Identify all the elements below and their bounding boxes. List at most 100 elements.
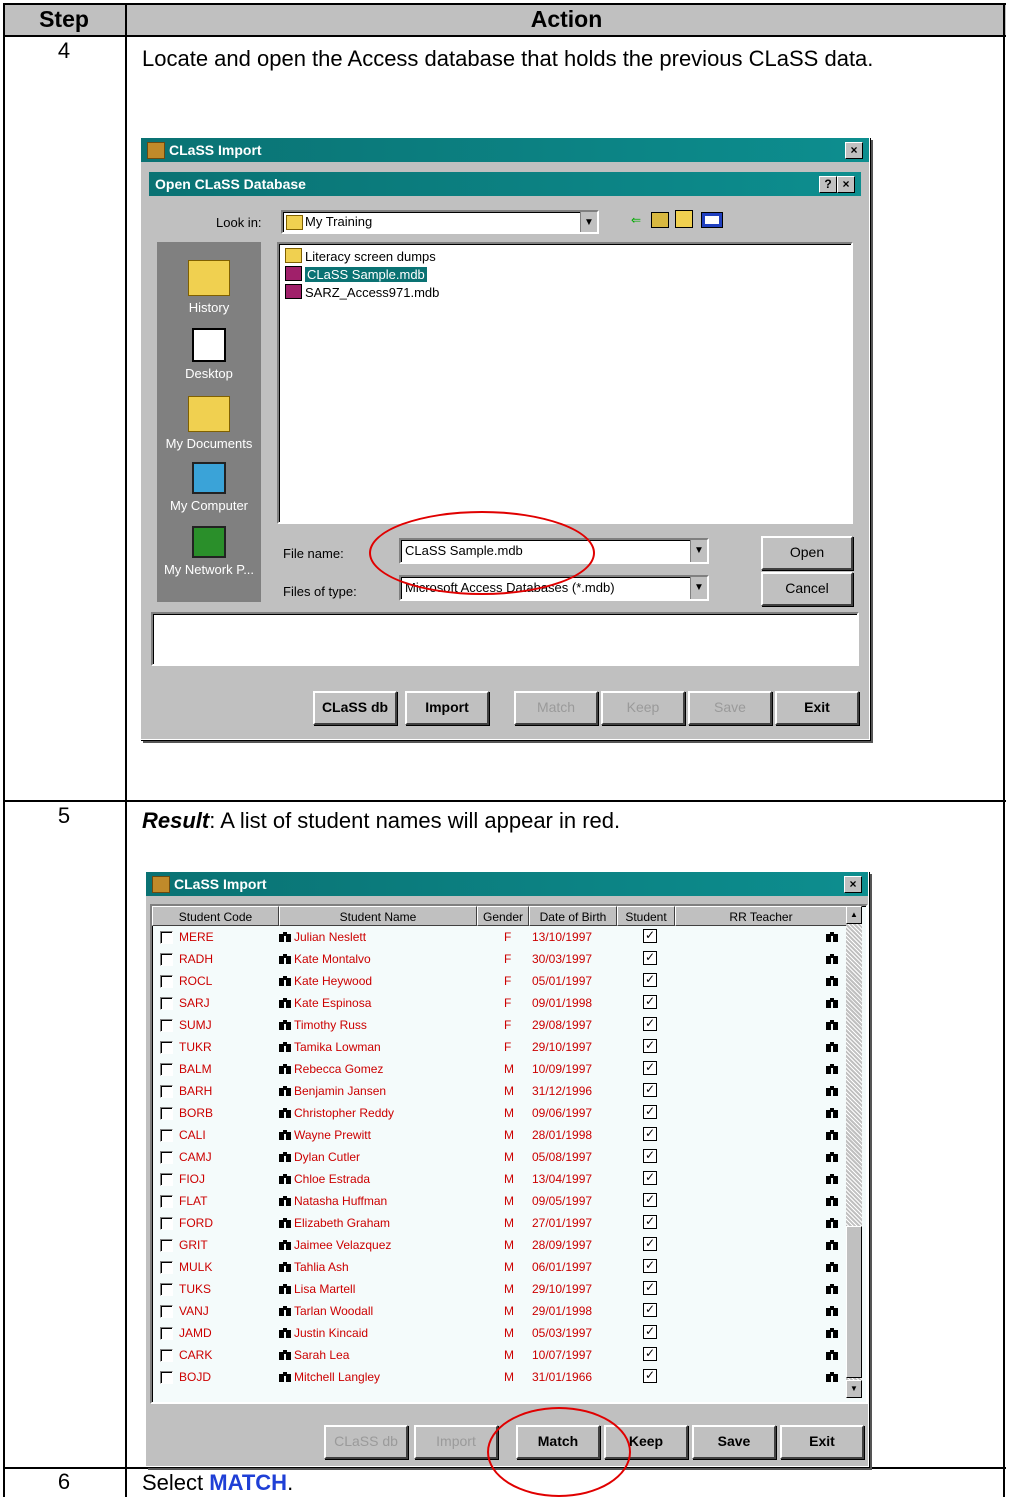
column-student[interactable]: Student bbox=[617, 906, 675, 926]
place-history[interactable]: History bbox=[157, 260, 261, 315]
up-folder-icon[interactable] bbox=[651, 212, 669, 228]
chevron-down-icon[interactable]: ▼ bbox=[690, 577, 707, 599]
student-checkbox[interactable]: ✓ bbox=[643, 1061, 657, 1075]
binoculars-icon[interactable] bbox=[826, 954, 838, 964]
binoculars-icon[interactable] bbox=[826, 1086, 838, 1096]
row-checkbox[interactable] bbox=[160, 997, 173, 1010]
scroll-up-button[interactable]: ▲ bbox=[846, 906, 862, 924]
student-checkbox[interactable]: ✓ bbox=[643, 1127, 657, 1141]
binoculars-icon[interactable] bbox=[826, 1152, 838, 1162]
row-checkbox[interactable] bbox=[160, 931, 173, 944]
binoculars-icon[interactable] bbox=[279, 1174, 291, 1184]
file-item-selected[interactable]: CLaSS Sample.mdb bbox=[285, 266, 427, 284]
binoculars-icon[interactable] bbox=[826, 932, 838, 942]
table-row[interactable]: TUKS Lisa Martell M 29/10/1997 ✓ bbox=[152, 1278, 846, 1300]
table-row[interactable]: BOJD Mitchell Langley M 31/01/1966 ✓ bbox=[152, 1366, 846, 1388]
row-checkbox[interactable] bbox=[160, 975, 173, 988]
student-checkbox[interactable]: ✓ bbox=[643, 1017, 657, 1031]
table-row[interactable]: SUMJ Timothy Russ F 29/08/1997 ✓ bbox=[152, 1014, 846, 1036]
vertical-scrollbar[interactable]: ▲ ▼ bbox=[846, 906, 862, 1398]
import-button[interactable]: Import bbox=[405, 691, 489, 725]
binoculars-icon[interactable] bbox=[279, 1020, 291, 1030]
binoculars-icon[interactable] bbox=[279, 1262, 291, 1272]
help-button[interactable]: ? bbox=[819, 176, 837, 193]
row-checkbox[interactable] bbox=[160, 1217, 173, 1230]
student-checkbox[interactable]: ✓ bbox=[643, 1303, 657, 1317]
chevron-down-icon[interactable]: ▼ bbox=[580, 212, 597, 232]
place-desktop[interactable]: Desktop bbox=[157, 328, 261, 381]
exit-button[interactable]: Exit bbox=[775, 691, 859, 725]
student-checkbox[interactable]: ✓ bbox=[643, 1105, 657, 1119]
student-checkbox[interactable]: ✓ bbox=[643, 973, 657, 987]
place-my-computer[interactable]: My Computer bbox=[157, 462, 261, 513]
row-checkbox[interactable] bbox=[160, 1107, 173, 1120]
student-checkbox[interactable]: ✓ bbox=[643, 1193, 657, 1207]
binoculars-icon[interactable] bbox=[279, 1108, 291, 1118]
row-checkbox[interactable] bbox=[160, 1349, 173, 1362]
binoculars-icon[interactable] bbox=[826, 1108, 838, 1118]
cancel-button[interactable]: Cancel bbox=[761, 572, 853, 606]
chevron-down-icon[interactable]: ▼ bbox=[690, 540, 707, 562]
binoculars-icon[interactable] bbox=[826, 1174, 838, 1184]
binoculars-icon[interactable] bbox=[279, 932, 291, 942]
row-checkbox[interactable] bbox=[160, 1173, 173, 1186]
student-checkbox[interactable]: ✓ bbox=[643, 929, 657, 943]
table-row[interactable]: SARJ Kate Espinosa F 09/01/1998 ✓ bbox=[152, 992, 846, 1014]
table-row[interactable]: CALI Wayne Prewitt M 28/01/1998 ✓ bbox=[152, 1124, 846, 1146]
table-row[interactable]: VANJ Tarlan Woodall M 29/01/1998 ✓ bbox=[152, 1300, 846, 1322]
file-list[interactable]: Literacy screen dumps CLaSS Sample.mdb S… bbox=[277, 242, 853, 524]
student-checkbox[interactable]: ✓ bbox=[643, 1149, 657, 1163]
place-my-documents[interactable]: My Documents bbox=[157, 396, 261, 451]
view-menu-icon[interactable] bbox=[701, 212, 723, 228]
binoculars-icon[interactable] bbox=[826, 1020, 838, 1030]
binoculars-icon[interactable] bbox=[279, 1372, 291, 1382]
row-checkbox[interactable] bbox=[160, 953, 173, 966]
binoculars-icon[interactable] bbox=[279, 1240, 291, 1250]
file-item[interactable]: SARZ_Access971.mdb bbox=[285, 284, 439, 302]
close-button[interactable]: × bbox=[845, 142, 863, 159]
table-row[interactable]: CARK Sarah Lea M 10/07/1997 ✓ bbox=[152, 1344, 846, 1366]
exit-button[interactable]: Exit bbox=[780, 1425, 864, 1459]
table-row[interactable]: FLAT Natasha Huffman M 09/05/1997 ✓ bbox=[152, 1190, 846, 1212]
student-checkbox[interactable]: ✓ bbox=[643, 1083, 657, 1097]
binoculars-icon[interactable] bbox=[279, 954, 291, 964]
binoculars-icon[interactable] bbox=[826, 1262, 838, 1272]
binoculars-icon[interactable] bbox=[279, 1042, 291, 1052]
binoculars-icon[interactable] bbox=[826, 1130, 838, 1140]
table-row[interactable]: TUKR Tamika Lowman F 29/10/1997 ✓ bbox=[152, 1036, 846, 1058]
binoculars-icon[interactable] bbox=[826, 1218, 838, 1228]
student-checkbox[interactable]: ✓ bbox=[643, 1325, 657, 1339]
binoculars-icon[interactable] bbox=[826, 1306, 838, 1316]
row-checkbox[interactable] bbox=[160, 1019, 173, 1032]
binoculars-icon[interactable] bbox=[279, 1086, 291, 1096]
binoculars-icon[interactable] bbox=[279, 976, 291, 986]
student-checkbox[interactable]: ✓ bbox=[643, 1237, 657, 1251]
table-row[interactable]: FORD Elizabeth Graham M 27/01/1997 ✓ bbox=[152, 1212, 846, 1234]
table-row[interactable]: ROCL Kate Heywood F 05/01/1997 ✓ bbox=[152, 970, 846, 992]
student-checkbox[interactable]: ✓ bbox=[643, 995, 657, 1009]
binoculars-icon[interactable] bbox=[826, 976, 838, 986]
binoculars-icon[interactable] bbox=[279, 1218, 291, 1228]
table-row[interactable]: BORB Christopher Reddy M 09/06/1997 ✓ bbox=[152, 1102, 846, 1124]
student-checkbox[interactable]: ✓ bbox=[643, 951, 657, 965]
binoculars-icon[interactable] bbox=[279, 1284, 291, 1294]
scroll-down-button[interactable]: ▼ bbox=[846, 1380, 862, 1398]
binoculars-icon[interactable] bbox=[826, 1042, 838, 1052]
dialog-close-button[interactable]: × bbox=[837, 176, 855, 193]
table-row[interactable]: CAMJ Dylan Cutler M 05/08/1997 ✓ bbox=[152, 1146, 846, 1168]
row-checkbox[interactable] bbox=[160, 1085, 173, 1098]
student-checkbox[interactable]: ✓ bbox=[643, 1281, 657, 1295]
table-row[interactable]: FIOJ Chloe Estrada M 13/04/1997 ✓ bbox=[152, 1168, 846, 1190]
binoculars-icon[interactable] bbox=[279, 1130, 291, 1140]
row-checkbox[interactable] bbox=[160, 1305, 173, 1318]
place-network[interactable]: My Network P... bbox=[157, 526, 261, 577]
column-student-code[interactable]: Student Code bbox=[152, 906, 279, 926]
binoculars-icon[interactable] bbox=[826, 1350, 838, 1360]
column-gender[interactable]: Gender bbox=[477, 906, 529, 926]
table-row[interactable]: JAMD Justin Kincaid M 05/03/1997 ✓ bbox=[152, 1322, 846, 1344]
open-button[interactable]: Open bbox=[761, 536, 853, 570]
row-checkbox[interactable] bbox=[160, 1041, 173, 1054]
student-checkbox[interactable]: ✓ bbox=[643, 1171, 657, 1185]
column-student-name[interactable]: Student Name bbox=[279, 906, 477, 926]
binoculars-icon[interactable] bbox=[279, 1152, 291, 1162]
